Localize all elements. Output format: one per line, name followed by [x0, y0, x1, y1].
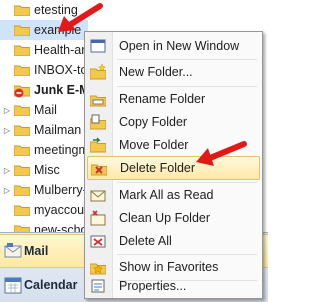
menu-item-label: Delete All — [119, 234, 172, 248]
folder-label: Health-ar — [34, 43, 86, 57]
menu-item-rename-folder[interactable]: Rename Folder — [87, 88, 258, 110]
menu-item-label: Delete Folder — [120, 161, 196, 175]
folder-label: Misc — [34, 163, 60, 177]
open-window-icon — [90, 38, 106, 54]
folder-icon — [14, 4, 30, 16]
folder-row-mailman[interactable]: ▷ Mailman — [0, 120, 90, 140]
delete-all-icon — [90, 233, 106, 249]
menu-item-copy-folder[interactable]: Copy Folder — [87, 111, 258, 133]
folder-label: meetingm — [34, 143, 89, 157]
menu-item-label: Copy Folder — [119, 115, 188, 129]
folder-icon — [14, 164, 30, 176]
folder-label: myaccour — [34, 203, 89, 217]
nav-calendar-label: Calendar — [24, 278, 78, 292]
properties-icon — [90, 278, 106, 294]
mark-read-icon — [90, 187, 106, 203]
menu-item-label: New Folder... — [119, 65, 193, 79]
folder-label: Mulberry- — [34, 183, 87, 197]
menu-item-label: Show in Favorites — [119, 260, 219, 274]
rename-folder-icon — [89, 91, 107, 107]
copy-folder-icon — [89, 114, 107, 130]
menu-item-delete-all[interactable]: Delete All — [87, 230, 258, 252]
folder-icon — [14, 64, 30, 76]
folder-icon — [14, 104, 30, 116]
folder-icon — [14, 204, 30, 216]
menu-item-label: Clean Up Folder — [119, 211, 211, 225]
menu-item-label: Mark All as Read — [119, 188, 214, 202]
menu-item-new-folder[interactable]: New Folder... — [87, 61, 258, 83]
folder-row-health[interactable]: Health-ar — [0, 40, 90, 60]
menu-item-label: Properties... — [119, 279, 187, 293]
folder-label: Mail — [34, 103, 57, 117]
folder-row-misc[interactable]: ▷ Misc — [0, 160, 90, 180]
expand-icon[interactable]: ▷ — [3, 100, 11, 120]
menu-item-mark-all-as-read[interactable]: Mark All as Read — [87, 184, 258, 206]
red-arrow-annotation-delete-folder — [196, 141, 247, 166]
folder-icon — [14, 44, 30, 56]
move-folder-icon — [89, 137, 107, 153]
menu-item-label: Move Folder — [119, 138, 189, 152]
expand-icon[interactable]: ▷ — [3, 180, 11, 200]
junk-folder-icon — [14, 84, 30, 98]
menu-item-properties[interactable]: Properties... — [87, 275, 258, 297]
red-arrow-annotation-example — [58, 3, 103, 32]
folder-icon — [14, 124, 30, 136]
calendar-icon — [4, 276, 22, 294]
folder-row-mulberry[interactable]: ▷ Mulberry- — [0, 180, 90, 200]
folder-row-meetingm[interactable]: meetingm — [0, 140, 90, 160]
delete-folder-icon — [90, 160, 108, 176]
menu-separator — [117, 86, 257, 87]
folder-label: INBOX-to — [34, 63, 88, 77]
mail-icon — [4, 242, 22, 260]
folder-icon — [14, 24, 30, 36]
clean-up-icon — [90, 210, 106, 226]
menu-separator — [117, 182, 257, 183]
folder-icon — [14, 144, 30, 156]
expand-icon[interactable]: ▷ — [3, 120, 11, 140]
folder-label: Junk E-M — [34, 83, 90, 97]
expand-icon[interactable]: ▷ — [3, 160, 11, 180]
menu-item-label: Open in New Window — [119, 39, 240, 53]
menu-separator — [117, 59, 257, 60]
folder-row-mail[interactable]: ▷ Mail — [0, 100, 90, 120]
folder-row-inbox-to[interactable]: INBOX-to — [0, 60, 90, 80]
menu-separator — [117, 254, 257, 255]
folder-row-junk[interactable]: Junk E-M — [0, 80, 90, 100]
folder-label: Mailman — [34, 123, 82, 137]
menu-item-label: Rename Folder — [119, 92, 206, 106]
folder-row-myaccount[interactable]: myaccour — [0, 200, 90, 220]
folder-icon — [14, 184, 30, 196]
menu-item-clean-up-folder[interactable]: Clean Up Folder — [87, 207, 258, 229]
new-folder-icon — [89, 63, 107, 80]
menu-item-open-in-new-window[interactable]: Open in New Window — [87, 35, 258, 57]
favorites-icon — [89, 259, 107, 275]
nav-mail-label: Mail — [24, 244, 49, 258]
